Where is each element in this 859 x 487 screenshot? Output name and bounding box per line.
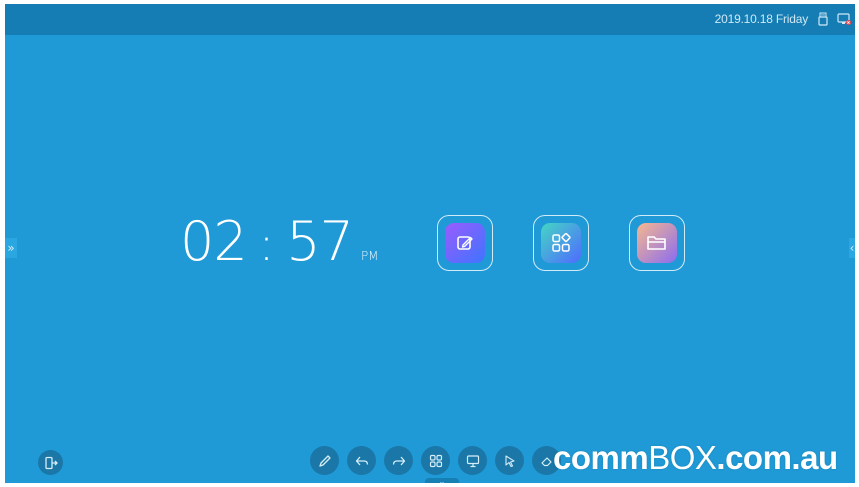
status-bar: 2019.10.18 Friday [5, 4, 855, 35]
pen-tool-button[interactable] [310, 446, 339, 475]
clock-minute: 57 [286, 210, 354, 273]
app-grid-icon [541, 223, 581, 263]
clock-separator: : [258, 217, 275, 271]
bottom-drawer-handle[interactable]: ⌄ [425, 478, 459, 483]
left-sidebar-handle[interactable]: » [5, 238, 17, 258]
display-signal-icon[interactable] [837, 12, 851, 26]
watermark-part-2: BOX [648, 439, 717, 476]
commbox-watermark: commBOX.com.au [553, 439, 838, 477]
right-sidebar-handle[interactable]: ‹ [849, 238, 855, 258]
redo-icon [392, 456, 405, 465]
screen-share-button[interactable] [458, 446, 487, 475]
pointer-button[interactable] [495, 446, 524, 475]
usb-drive-icon[interactable] [816, 12, 830, 26]
watermark-part-1: comm [553, 439, 649, 476]
pointer-icon [504, 454, 515, 467]
undo-button[interactable] [347, 446, 376, 475]
eraser-icon [540, 456, 552, 466]
redo-button[interactable] [384, 446, 413, 475]
clock: 02 : 57 PM [180, 210, 379, 280]
exit-button[interactable] [38, 450, 63, 475]
apps-grid-button[interactable] [421, 446, 450, 475]
home-screen: 2019.10.18 Friday » ‹ 02 : 57 PM ⌄ [5, 4, 855, 483]
watermark-part-3: .com.au [716, 439, 838, 476]
date-label: 2019.10.18 Friday [714, 12, 809, 26]
screen-share-icon [466, 454, 479, 467]
clock-ampm: PM [360, 249, 379, 263]
apps-launcher-button[interactable] [533, 215, 589, 271]
exit-door-icon [44, 456, 58, 469]
annotation-toolbar [310, 446, 561, 476]
pen-icon [318, 454, 331, 467]
whiteboard-app-button[interactable] [437, 215, 493, 271]
undo-icon [355, 456, 368, 465]
apps-grid-icon [429, 454, 442, 467]
note-pen-icon [445, 223, 485, 263]
file-manager-button[interactable] [629, 215, 685, 271]
clock-hour: 02 [180, 210, 248, 273]
folder-icon [637, 223, 677, 263]
